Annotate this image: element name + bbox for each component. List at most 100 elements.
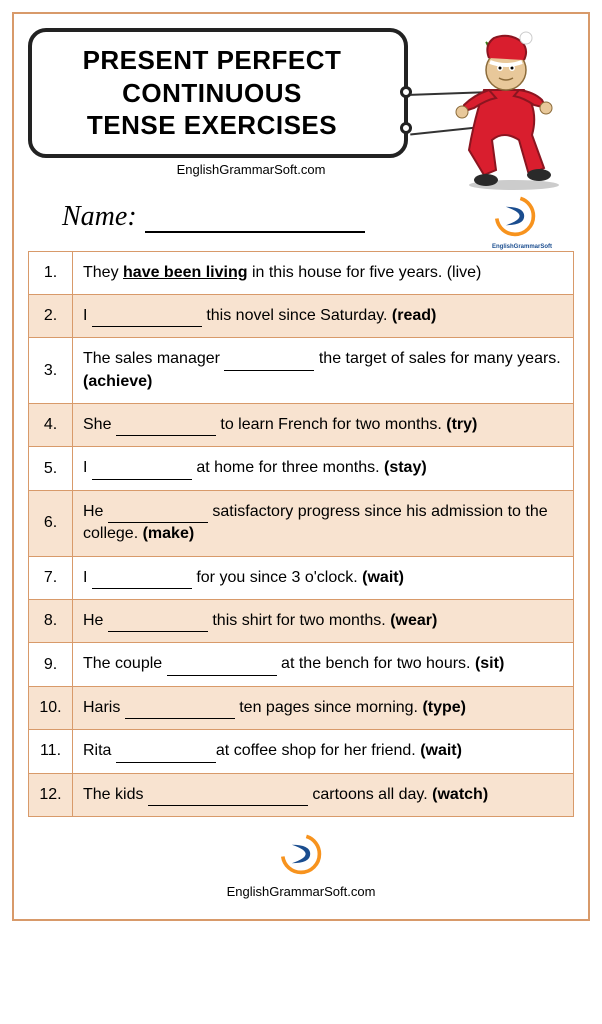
worksheet-title: PRESENT PERFECT CONTINUOUS TENSE EXERCIS…	[50, 44, 374, 142]
exercise-number: 11.	[29, 730, 73, 773]
verb-hint: (watch)	[432, 786, 488, 803]
exercise-sentence: I this novel since Saturday. (read)	[73, 294, 574, 337]
title-line-3: TENSE EXERCISES	[87, 110, 337, 140]
verb-hint: (make)	[143, 525, 195, 542]
exercise-number: 8.	[29, 600, 73, 643]
sentence-pre: Rita	[83, 742, 116, 759]
table-row: 9.The couple at the bench for two hours.…	[29, 643, 574, 686]
table-row: 10.Haris ten pages since morning. (type)	[29, 686, 574, 729]
sentence-post: this novel since Saturday.	[202, 307, 392, 324]
sentence-pre: They	[83, 264, 123, 281]
sentence-post: ten pages since morning.	[235, 699, 423, 716]
sentence-post: at home for three months.	[192, 459, 384, 476]
table-row: 8.He this shirt for two months. (wear)	[29, 600, 574, 643]
answer-blank[interactable]	[125, 718, 235, 719]
brand-logo: EnglishGrammarSoft	[492, 193, 552, 250]
exercise-sentence: They have been living in this house for …	[73, 251, 574, 294]
sentence-post: for you since 3 o'clock.	[192, 569, 362, 586]
answer-blank[interactable]	[108, 631, 208, 632]
title-line-1: PRESENT PERFECT	[83, 45, 342, 75]
exercise-sentence: The couple at the bench for two hours. (…	[73, 643, 574, 686]
exercise-sentence: Rita at coffee shop for her friend. (wai…	[73, 730, 574, 773]
exercise-sentence: The sales manager the target of sales fo…	[73, 338, 574, 404]
answer-blank[interactable]	[116, 435, 216, 436]
answer-blank[interactable]	[116, 762, 216, 763]
exercise-number: 3.	[29, 338, 73, 404]
verb-hint: (stay)	[384, 459, 427, 476]
rope-knob-icon	[400, 122, 412, 134]
exercise-sentence: I at home for three months. (stay)	[73, 447, 574, 490]
exercise-number: 9.	[29, 643, 73, 686]
sentence-pre: The couple	[83, 655, 167, 672]
answer-blank[interactable]	[92, 588, 192, 589]
sentence-pre: She	[83, 416, 116, 433]
footer-logo	[28, 831, 574, 882]
exercise-table: 1.They have been living in this house fo…	[28, 251, 574, 817]
name-field-row: Name: EnglishGrammarSoft	[62, 201, 574, 233]
sentence-pre: He	[83, 612, 108, 629]
exercise-number: 6.	[29, 490, 73, 556]
verb-hint: (read)	[392, 307, 436, 324]
sentence-pre: I	[83, 459, 92, 476]
exercise-sentence: Haris ten pages since morning. (type)	[73, 686, 574, 729]
sentence-post: in this house for five years.	[248, 264, 447, 281]
exercise-sentence: He this shirt for two months. (wear)	[73, 600, 574, 643]
example-answer: have been living	[123, 264, 247, 281]
verb-hint: (achieve)	[83, 373, 152, 390]
answer-blank[interactable]	[148, 805, 308, 806]
table-row: 4.She to learn French for two months. (t…	[29, 404, 574, 447]
worksheet-page: PRESENT PERFECT CONTINUOUS TENSE EXERCIS…	[12, 12, 590, 921]
answer-blank[interactable]	[108, 522, 208, 523]
verb-hint: (sit)	[475, 655, 504, 672]
table-row: 11.Rita at coffee shop for her friend. (…	[29, 730, 574, 773]
sentence-post: the target of sales for many years.	[314, 350, 560, 367]
exercise-sentence: The kids cartoons all day. (watch)	[73, 773, 574, 816]
exercise-number: 1.	[29, 251, 73, 294]
verb-hint: (live)	[447, 264, 482, 281]
sentence-pre: Haris	[83, 699, 125, 716]
verb-hint: (wear)	[390, 612, 437, 629]
sentence-post: at coffee shop for her friend.	[216, 742, 420, 759]
table-row: 1.They have been living in this house fo…	[29, 251, 574, 294]
sentence-post: at the bench for two hours.	[277, 655, 475, 672]
exercise-number: 10.	[29, 686, 73, 729]
answer-blank[interactable]	[167, 675, 277, 676]
sentence-pre: I	[83, 569, 92, 586]
verb-hint: (wait)	[362, 569, 404, 586]
logo-label: EnglishGrammarSoft	[492, 244, 552, 250]
sentence-post: to learn French for two months.	[216, 416, 446, 433]
sentence-pre: I	[83, 307, 92, 324]
exercise-sentence: She to learn French for two months. (try…	[73, 404, 574, 447]
exercise-number: 2.	[29, 294, 73, 337]
sentence-post: cartoons all day.	[308, 786, 432, 803]
sentence-pre: The kids	[83, 786, 148, 803]
name-input-line[interactable]	[145, 213, 365, 233]
answer-blank[interactable]	[224, 370, 314, 371]
verb-hint: (wait)	[420, 742, 462, 759]
exercise-number: 7.	[29, 556, 73, 599]
exercise-number: 12.	[29, 773, 73, 816]
verb-hint: (try)	[446, 416, 477, 433]
exercise-sentence: I for you since 3 o'clock. (wait)	[73, 556, 574, 599]
footer-website: EnglishGrammarSoft.com	[28, 884, 574, 899]
footer: EnglishGrammarSoft.com	[28, 831, 574, 899]
header: PRESENT PERFECT CONTINUOUS TENSE EXERCIS…	[28, 28, 574, 177]
name-label: Name:	[62, 201, 137, 233]
exercise-number: 4.	[29, 404, 73, 447]
table-row: 7.I for you since 3 o'clock. (wait)	[29, 556, 574, 599]
table-row: 12.The kids cartoons all day. (watch)	[29, 773, 574, 816]
sentence-pre: He	[83, 503, 108, 520]
table-row: 3.The sales manager the target of sales …	[29, 338, 574, 404]
answer-blank[interactable]	[92, 479, 192, 480]
verb-hint: (type)	[422, 699, 466, 716]
title-box: PRESENT PERFECT CONTINUOUS TENSE EXERCIS…	[28, 28, 408, 158]
exercise-sentence: He satisfactory progress since his admis…	[73, 490, 574, 556]
table-row: 5.I at home for three months. (stay)	[29, 447, 574, 490]
table-row: 6.He satisfactory progress since his adm…	[29, 490, 574, 556]
sentence-post: this shirt for two months.	[208, 612, 390, 629]
answer-blank[interactable]	[92, 326, 202, 327]
table-row: 2.I this novel since Saturday. (read)	[29, 294, 574, 337]
cartoon-character-icon	[414, 20, 584, 190]
rope-knob-icon	[400, 86, 412, 98]
exercise-number: 5.	[29, 447, 73, 490]
